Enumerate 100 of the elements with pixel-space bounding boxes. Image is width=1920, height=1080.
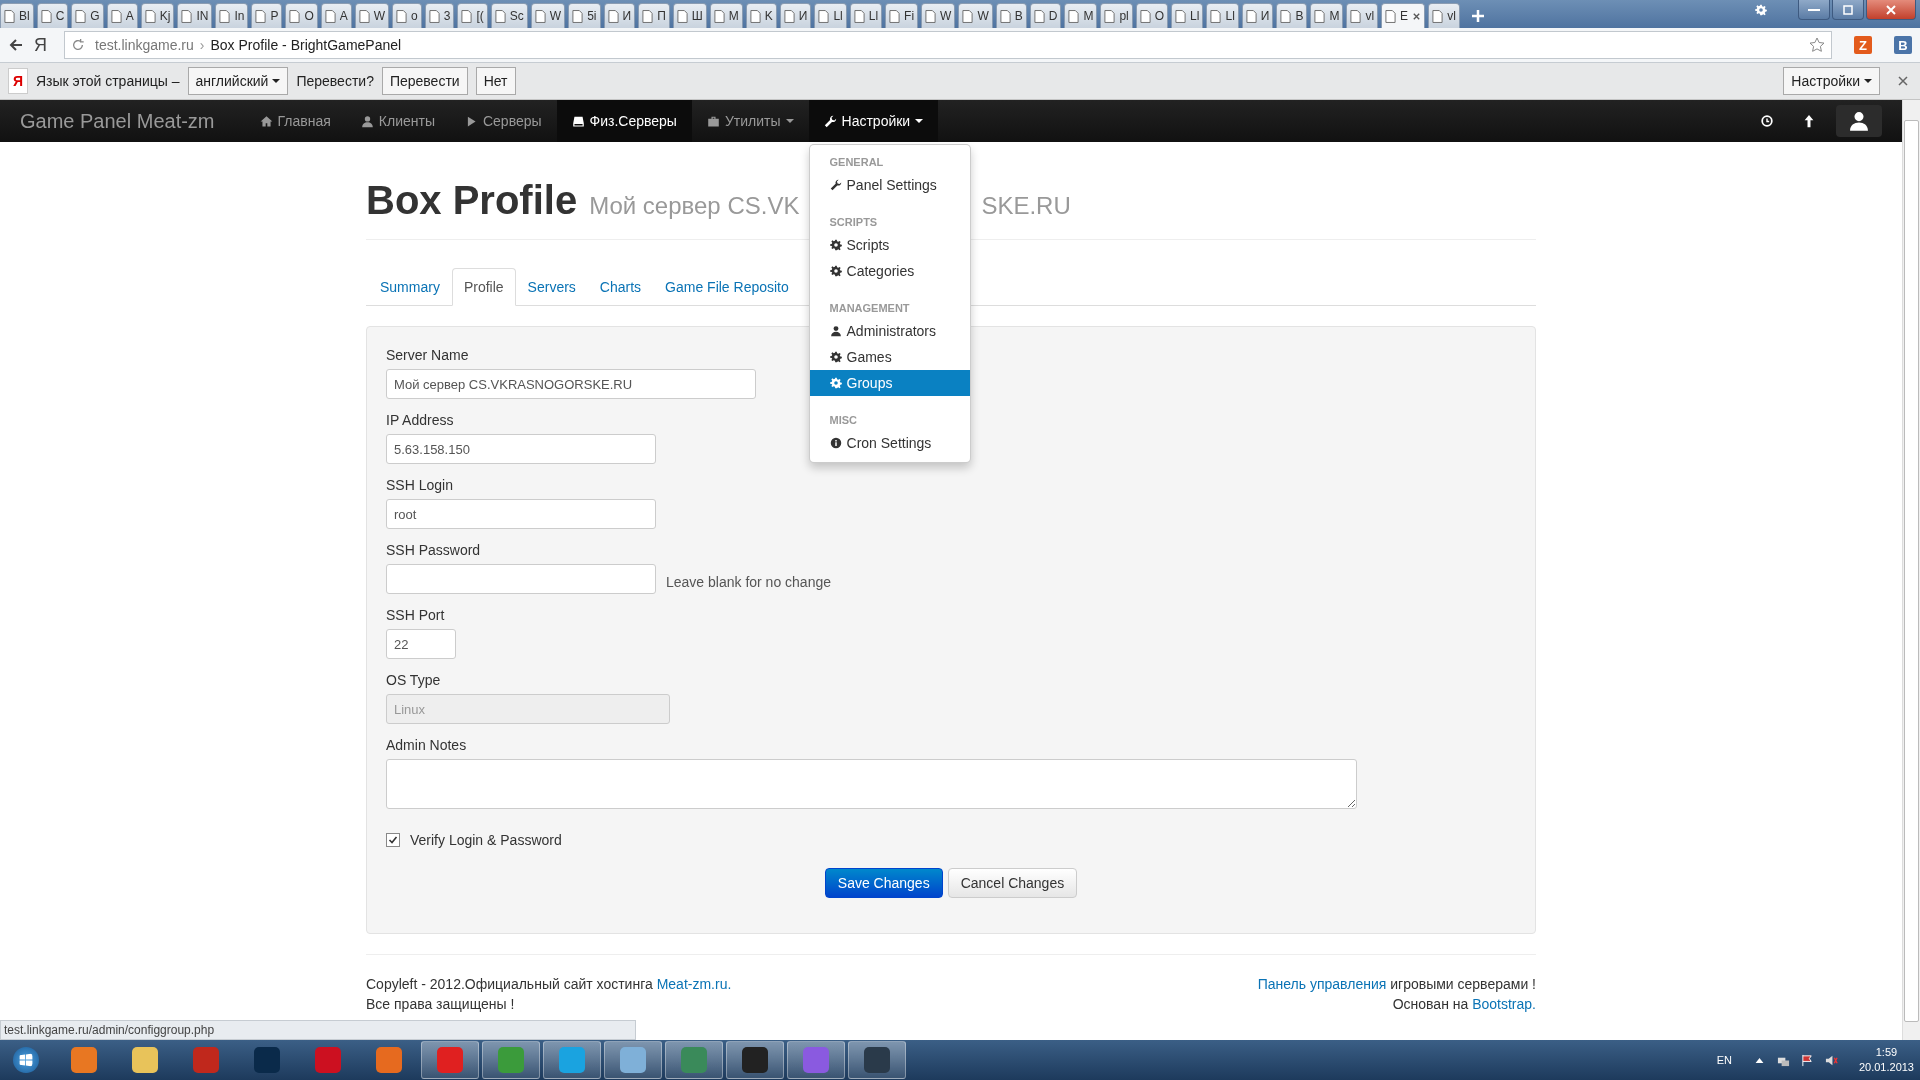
browser-tab[interactable]: 3 <box>424 3 455 28</box>
user-button[interactable] <box>1836 105 1882 137</box>
input-field[interactable]: Мой сервер CS.VKRASNOGORSKE.RU <box>386 369 756 399</box>
footer-link[interactable]: Meat-zm.ru. <box>656 976 732 992</box>
browser-tab[interactable]: 5i <box>568 3 601 28</box>
tab[interactable]: Servers <box>515 268 588 306</box>
browser-tab[interactable]: Ll <box>814 3 847 28</box>
clock[interactable]: 1:59 20.01.2013 <box>1858 1045 1914 1075</box>
reload-icon[interactable] <box>71 38 85 52</box>
browser-tab[interactable]: Sc <box>490 3 528 28</box>
tab[interactable]: Charts <box>587 268 654 306</box>
browser-tab[interactable]: IN <box>177 3 213 28</box>
input-field[interactable]: 22 <box>386 629 456 659</box>
extension-button[interactable]: B <box>1894 36 1912 54</box>
browser-tab[interactable]: A <box>320 3 352 28</box>
nav-link[interactable]: Главная <box>244 100 346 142</box>
browser-tab[interactable]: vl <box>1346 3 1379 28</box>
close-icon[interactable] <box>1898 76 1908 86</box>
tab[interactable]: Summary <box>368 268 452 306</box>
menu-item[interactable]: Administrators <box>809 318 970 344</box>
browser-tab[interactable]: Ll <box>1171 3 1204 28</box>
arrow-up-icon[interactable] <box>1802 114 1816 128</box>
browser-tab[interactable]: Ll <box>849 3 883 28</box>
flag-icon[interactable] <box>1800 1053 1814 1067</box>
browser-tab[interactable]: E <box>1381 3 1426 28</box>
back-arrow-icon[interactable] <box>8 37 24 53</box>
nav-link[interactable]: Клиенты <box>345 100 450 142</box>
browser-tab[interactable]: vl <box>1428 3 1460 28</box>
browser-tab[interactable]: Ш <box>672 3 707 28</box>
browser-tab[interactable]: pl <box>1100 3 1133 28</box>
cancel-button[interactable]: Cancel Changes <box>947 868 1078 898</box>
browser-tab[interactable]: M <box>1310 3 1344 28</box>
browser-tab[interactable]: W <box>921 3 956 28</box>
input-field[interactable]: root <box>386 499 656 529</box>
browser-tab[interactable]: D <box>1029 3 1062 28</box>
nav-link[interactable]: Физ.Серверы <box>556 100 692 142</box>
browser-tab[interactable]: W <box>354 3 390 28</box>
taskbar-button[interactable] <box>604 1041 662 1079</box>
notes-field[interactable] <box>386 759 1357 809</box>
input-field[interactable] <box>386 564 656 594</box>
translate-settings-button[interactable]: Настройки <box>1783 67 1880 95</box>
browser-tab[interactable]: A <box>106 3 138 28</box>
extension-button[interactable]: Z <box>1854 36 1872 54</box>
menu-item[interactable]: Panel Settings <box>809 172 970 198</box>
new-tab-icon[interactable] <box>1470 9 1485 23</box>
taskbar-button[interactable] <box>421 1041 479 1079</box>
browser-tab[interactable]: И <box>1241 3 1274 28</box>
brand-title[interactable]: Game Panel Meat-zm <box>20 100 245 142</box>
browser-tab[interactable]: o <box>392 3 422 28</box>
nav-link[interactable]: Настройки <box>808 100 939 142</box>
browser-tab[interactable]: O <box>285 3 318 28</box>
browser-tab[interactable]: Bl <box>0 3 34 28</box>
browser-tab[interactable]: G <box>71 3 104 28</box>
browser-tab[interactable]: [( <box>457 3 488 28</box>
menu-item[interactable]: Groups <box>809 370 970 396</box>
taskbar-button[interactable] <box>848 1041 906 1079</box>
browser-tab[interactable]: M <box>709 3 743 28</box>
taskbar-button[interactable] <box>543 1041 601 1079</box>
browser-tab[interactable]: M <box>1064 3 1098 28</box>
menu-item[interactable]: Cron Settings <box>809 430 970 456</box>
browser-tab[interactable]: П <box>638 3 670 28</box>
browser-tab[interactable]: O <box>1135 3 1169 28</box>
address-field[interactable]: test.linkgame.ru › Box Profile - BrightGamePanel <box>64 31 1832 59</box>
menu-item[interactable]: Scripts <box>809 232 970 258</box>
browser-tab[interactable]: Ll <box>1206 3 1239 28</box>
browser-tab[interactable]: B <box>1276 3 1308 28</box>
browser-tab[interactable]: W <box>530 3 566 28</box>
save-button[interactable]: Save Changes <box>824 868 943 898</box>
menu-item[interactable]: Games <box>809 344 970 370</box>
browser-tab[interactable]: B <box>995 3 1027 28</box>
taskbar-button[interactable] <box>726 1041 784 1079</box>
browser-tab[interactable]: In <box>215 3 249 28</box>
taskbar-button[interactable] <box>787 1041 845 1079</box>
close-button[interactable] <box>1866 0 1916 20</box>
nav-link[interactable]: Утилиты <box>691 100 809 142</box>
input-field[interactable]: 5.63.158.150 <box>386 434 656 464</box>
menu-item[interactable]: Categories <box>809 258 970 284</box>
checkbox[interactable] <box>386 833 400 847</box>
scrollbar[interactable] <box>1902 100 1920 1040</box>
tab[interactable]: Profile <box>451 268 516 306</box>
translate-button[interactable]: Нет <box>475 67 516 95</box>
language-select[interactable]: английский <box>187 67 289 95</box>
footer-link[interactable]: Панель управления <box>1257 976 1387 992</box>
browser-tab[interactable]: Fi <box>885 3 919 28</box>
nav-link[interactable]: Серверы <box>449 100 557 142</box>
star-icon[interactable] <box>1809 37 1825 53</box>
taskbar-button[interactable] <box>482 1041 540 1079</box>
browser-tab[interactable]: И <box>603 3 636 28</box>
browser-tab[interactable]: C <box>36 3 69 28</box>
footer-link[interactable]: Bootstrap. <box>1472 996 1536 1012</box>
browser-tab[interactable]: W <box>958 3 993 28</box>
language-indicator[interactable]: EN <box>1716 1054 1732 1066</box>
clock-icon[interactable] <box>1760 114 1774 128</box>
browser-logo[interactable]: Я <box>34 34 54 56</box>
browser-tab[interactable]: И <box>779 3 812 28</box>
close-icon[interactable] <box>1412 11 1422 21</box>
browser-tab[interactable]: K <box>745 3 777 28</box>
browser-tab[interactable]: Kj <box>140 3 175 28</box>
minimize-button[interactable] <box>1798 0 1830 20</box>
maximize-button[interactable] <box>1832 0 1864 20</box>
